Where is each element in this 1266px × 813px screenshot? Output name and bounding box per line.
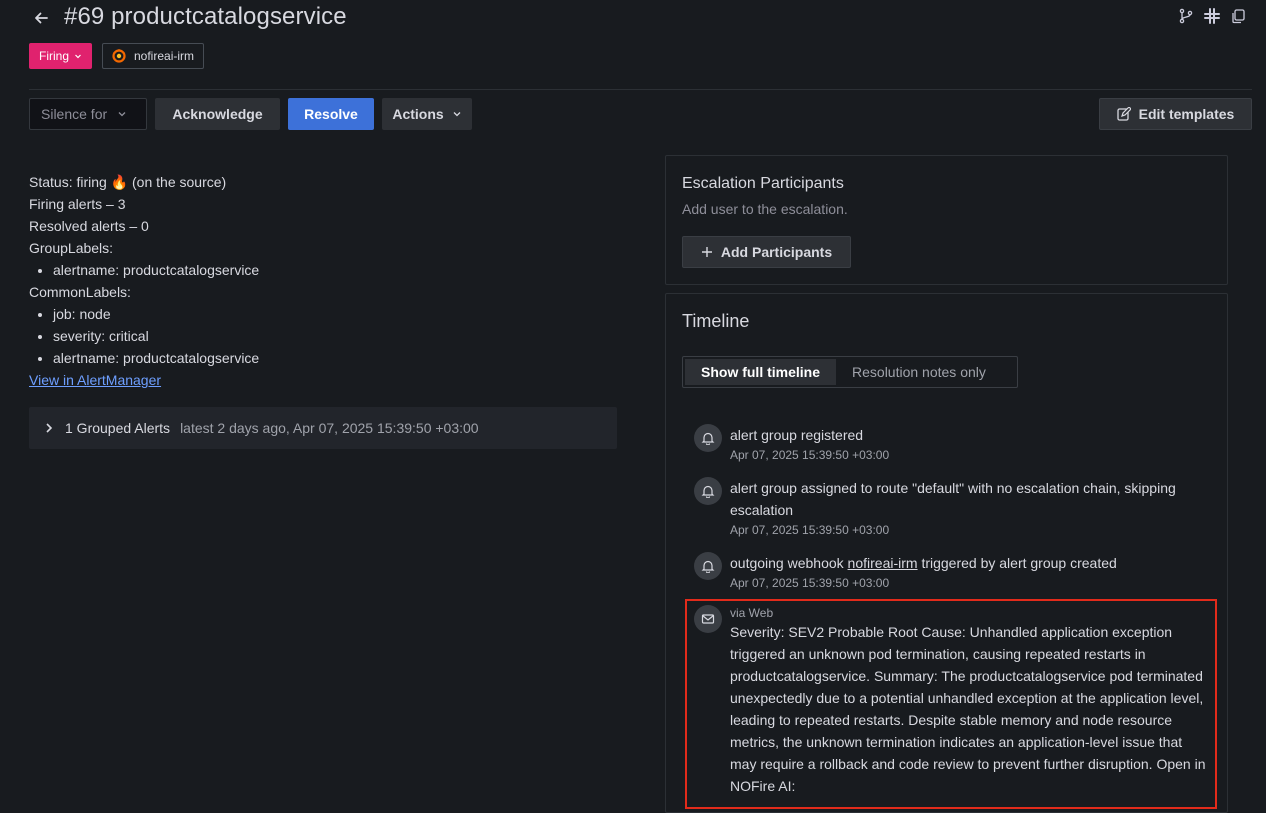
escalation-subtitle: Add user to the escalation. [682,201,848,217]
bell-icon [694,552,722,580]
slack-icon[interactable] [1204,8,1220,24]
timeline-panel: Timeline Show full timeline Resolution n… [665,293,1228,813]
page-title: #69 productcatalogservice [64,3,347,30]
note-source: via Web [730,606,774,620]
timeline-item-time: Apr 07, 2025 15:39:50 +03:00 [730,448,890,462]
group-labels-list: alertname: productcatalogservice [29,259,619,281]
timeline-title: Timeline [682,311,750,331]
header-actions [1178,8,1246,24]
chevron-down-icon [453,112,461,117]
grouped-alerts-row[interactable]: 1 Grouped Alerts latest 2 days ago, Apr … [29,407,617,449]
timeline-item-text: alert group assigned to route "default" … [730,480,1176,518]
common-labels-list: job: node severity: critical alertname: … [29,303,619,369]
timeline-item-text: outgoing webhook nofireai-irm triggered … [730,552,1210,574]
timeline-note-item: via Web Severity: SEV2 Probable Root Cau… [694,605,1214,812]
grouped-alerts-title: 1 Grouped Alerts [65,420,171,436]
add-participants-button[interactable]: Add Participants [682,236,851,268]
list-item: alertname: productcatalogservice [53,259,619,281]
timeline-item: alert group assigned to route "default" … [694,477,1214,539]
silence-select[interactable]: Silence for [29,98,147,130]
list-item: severity: critical [53,325,619,347]
list-item: alertname: productcatalogservice [53,347,619,369]
status-label: Firing [39,49,70,63]
escalation-panel: Escalation Participants Add user to the … [665,155,1228,285]
alertmanager-link[interactable]: View in AlertManager [29,372,161,388]
resolved-alerts-count: Resolved alerts – 0 [29,218,149,234]
silence-placeholder: Silence for [41,106,108,122]
chevron-down-icon [118,112,126,117]
tab-show-full-timeline[interactable]: Show full timeline [685,359,837,385]
actions-dropdown[interactable]: Actions [382,98,472,130]
resolve-button[interactable]: Resolve [288,98,374,130]
edit-icon [1116,107,1131,121]
bell-icon [694,424,722,452]
chevron-right-icon [46,423,53,433]
mail-icon [694,605,722,633]
add-participants-label: Add Participants [720,244,833,260]
integration-tag[interactable]: nofireai-irm [102,43,205,69]
alert-details: Status: firing 🔥 (on the source) Firing … [29,171,619,391]
tab-resolution-notes-only[interactable]: Resolution notes only [836,359,1002,385]
note-text: Severity: SEV2 Probable Root Cause: Unha… [730,624,1206,794]
webhook-link[interactable]: nofireai-irm [848,555,918,571]
firing-alerts-count: Firing alerts – 3 [29,196,126,212]
timeline-tabs: Show full timeline Resolution notes only [682,356,1018,388]
copy-icon[interactable] [1230,8,1246,24]
edit-templates-button[interactable]: Edit templates [1099,98,1252,130]
timeline-item: alert group registered Apr 07, 2025 15:3… [694,424,1214,464]
grouped-alerts-meta: latest 2 days ago, Apr 07, 2025 15:39:50… [180,420,479,436]
plus-icon [701,247,712,257]
list-item: job: node [53,303,619,325]
group-labels-title: GroupLabels: [29,240,114,256]
acknowledge-button[interactable]: Acknowledge [155,98,280,130]
timeline-item-time: Apr 07, 2025 15:39:50 +03:00 [730,523,890,537]
branch-icon[interactable] [1178,8,1194,24]
timeline-text-suffix: triggered by alert group created [917,555,1117,571]
timeline-text-prefix: outgoing webhook [730,555,848,571]
back-arrow-icon[interactable] [30,7,52,29]
actions-label: Actions [392,106,444,122]
bell-icon [694,477,722,505]
header-divider [29,89,1252,90]
escalation-title: Escalation Participants [682,175,844,192]
status-dropdown[interactable]: Firing [29,43,93,69]
timeline-item: outgoing webhook nofireai-irm triggered … [694,552,1214,592]
timeline-item-time: Apr 07, 2025 15:39:50 +03:00 [730,576,890,590]
chevron-down-icon [75,54,81,59]
timeline-item-text: alert group registered [730,427,864,443]
status-line: Status: firing 🔥 (on the source) [29,174,227,190]
common-labels-title: CommonLabels: [29,284,131,300]
grafana-logo-icon [112,49,126,63]
integration-name: nofireai-irm [134,49,195,63]
edit-templates-label: Edit templates [1138,106,1235,122]
